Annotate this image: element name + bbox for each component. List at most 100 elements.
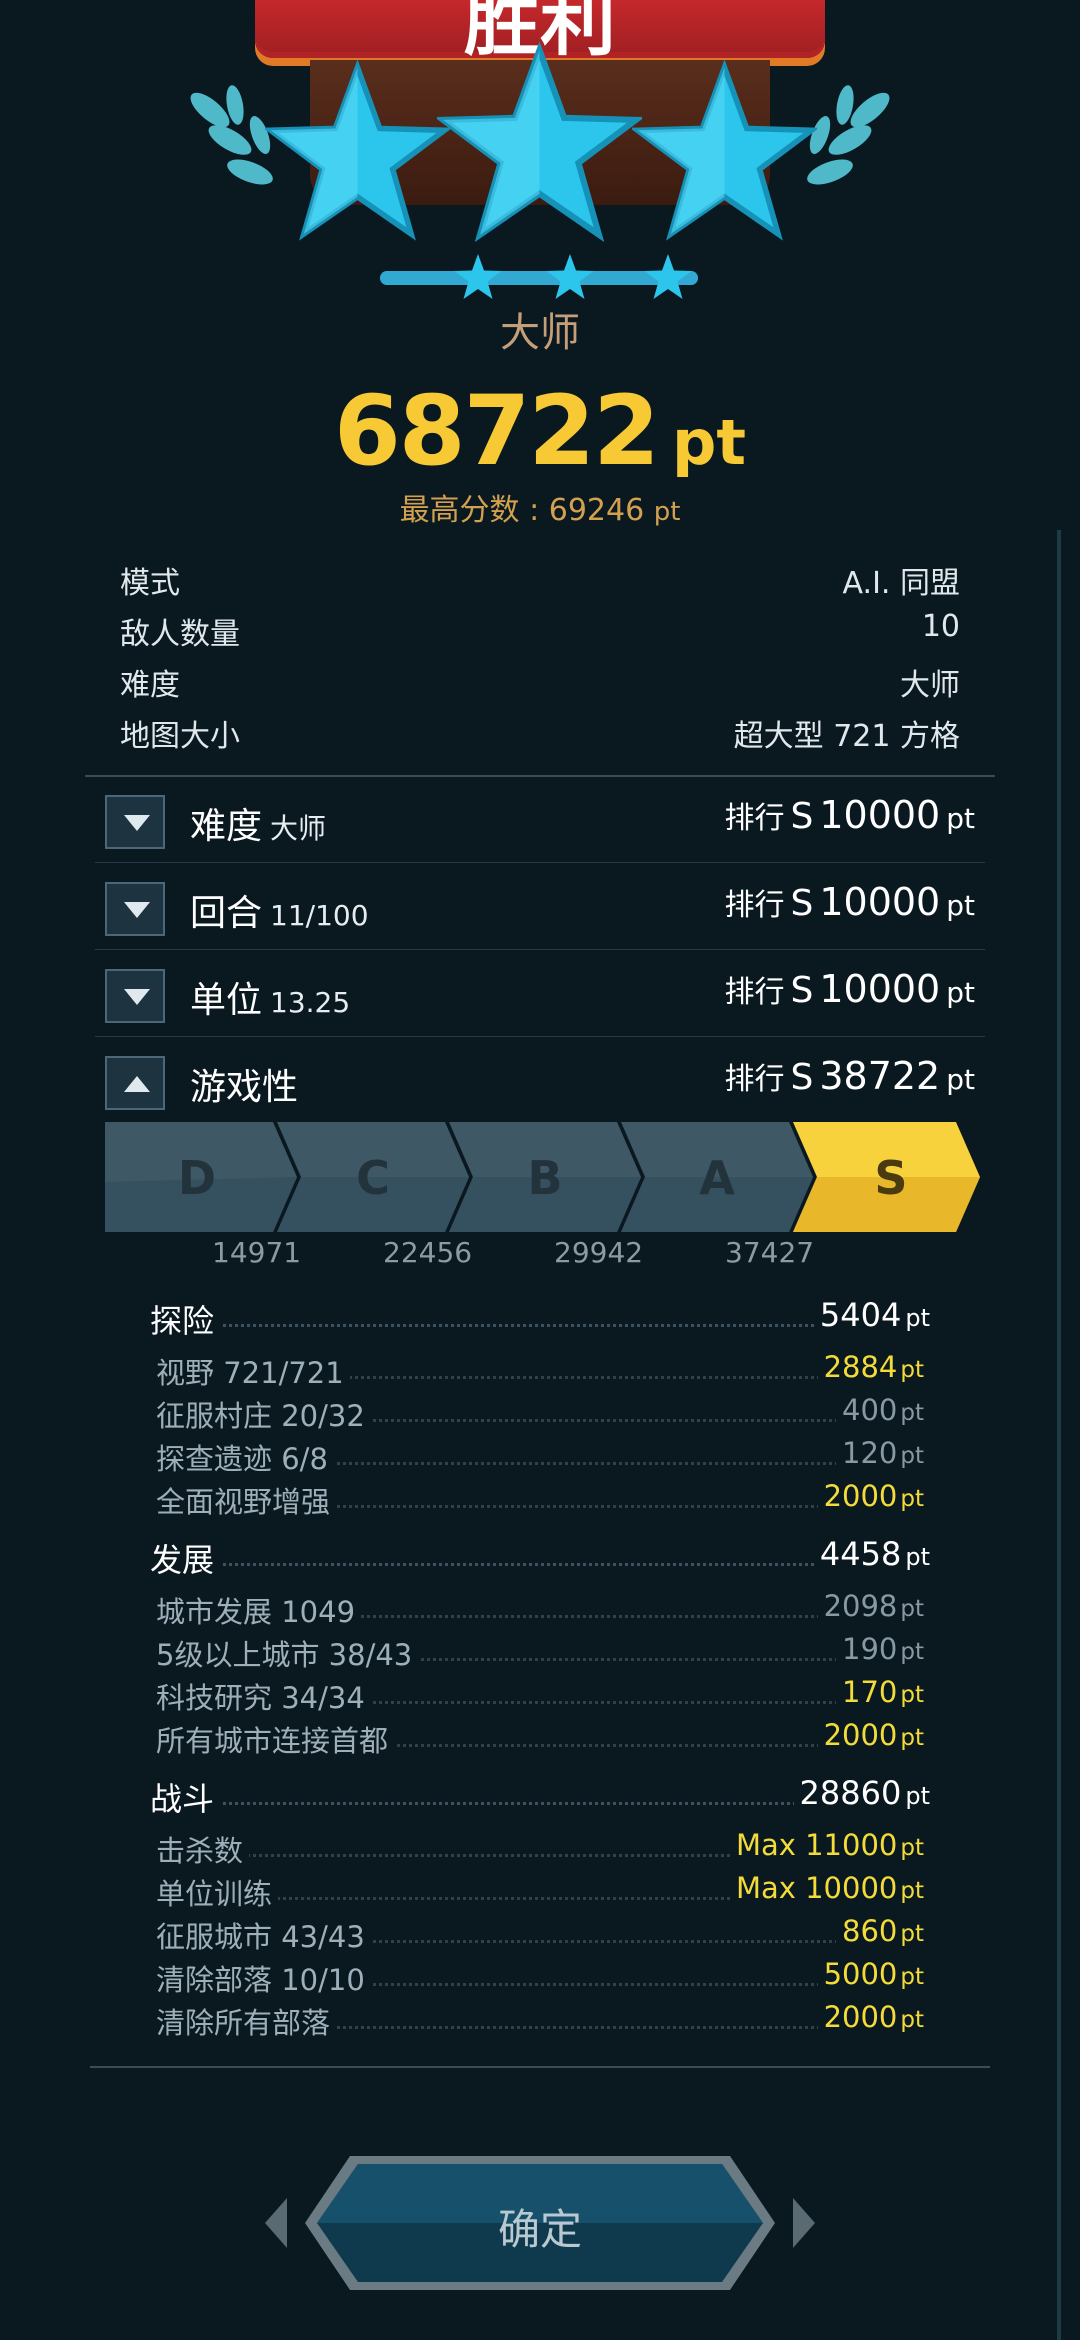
confirm-label: 确定 [497,2205,582,2254]
grade-scale: D C B A S [105,1122,980,1232]
rank-grade: S [790,883,814,924]
grade-threshold: 14971 [212,1236,302,1269]
score-row: 征服城市 43/43 860 pt [156,1914,924,1956]
row-points: 5000 [823,1957,898,1991]
expand-toggle[interactable] [105,882,165,936]
section-points: 4458 [819,1535,902,1573]
row-value: 2000 pt [817,1718,924,1752]
row-points: 190 [842,1632,898,1666]
rank-grade: S [790,796,814,837]
expand-toggle[interactable] [105,795,165,849]
grade-label-d: D [178,1151,216,1205]
score-row: 所有城市连接首都 2000 pt [156,1718,924,1760]
expand-toggle[interactable] [105,969,165,1023]
row-value: 2000 pt [817,1479,924,1513]
grade-threshold: 37427 [725,1236,815,1269]
chevron-down-icon [124,989,150,1005]
score-row: 5级以上城市 38/43 190 pt [156,1632,924,1674]
score-row: 清除部落 10/10 5000 pt [156,1957,924,1999]
confirm-button[interactable]: 确定 [265,2148,815,2298]
category-rank: 排行 S 10000 pt [724,793,975,837]
row-points: 2884 [823,1350,898,1384]
row-name: 单位训练 [156,1871,279,1913]
info-value: A.I. 同盟 [842,566,960,601]
category-rank: 排行 S 38722 pt [724,1054,975,1098]
row-points: 860 [842,1914,898,1948]
section-points: 28860 [799,1774,902,1812]
scrollbar[interactable] [1057,530,1061,2340]
info-key: 敌人数量 [120,617,240,652]
grade-label-b: B [527,1151,562,1205]
category-rank: 排行 S 10000 pt [724,880,975,924]
row-name: 探查遗迹 6/8 [156,1436,334,1478]
row-unit: pt [900,1639,924,1665]
grade-a: A [621,1122,813,1232]
section-name: 发展 [150,1535,221,1581]
category-detail: 大师 [270,812,327,845]
section-value: 28860 pt [793,1774,930,1812]
row-name: 所有城市连接首都 [156,1718,395,1760]
row-unit: pt [900,1443,924,1469]
grade-c: C [277,1122,469,1232]
row-unit: pt [900,2007,924,2033]
section-unit: pt [905,1543,930,1571]
score-unit: pt [671,406,746,479]
section-value: 5404 pt [813,1296,930,1334]
info-row-mode: 模式 A.I. 同盟 [120,558,960,601]
category-turns[interactable]: 回合 11/100 排行 S 10000 pt [105,874,975,944]
info-value: 10 [921,609,960,644]
grade-label-c: C [356,1151,390,1205]
divider [95,862,985,863]
category-title: 单位 [190,980,263,1021]
row-unit: pt [900,1921,924,1947]
category-name: 单位 13.25 [190,971,350,1023]
rank-label: 排行 [724,801,785,836]
row-name: 视野 721/721 [156,1350,350,1392]
row-points: 2000 [823,1718,898,1752]
row-points: 2000 [823,1479,898,1513]
row-name: 5级以上城市 38/43 [156,1632,419,1674]
info-row-map-size: 地图大小 超大型 721 方格 [120,711,960,754]
row-name: 清除所有部落 [156,2000,337,2042]
row-points: 2000 [823,2000,898,2034]
row-unit: pt [900,1357,924,1383]
row-value: 5000 pt [817,1957,924,1991]
rank-grade: S [790,1057,814,1098]
divider [95,1036,985,1037]
grade-d: D [105,1122,297,1232]
info-row-enemies: 敌人数量 10 [120,609,960,652]
row-value: 400 pt [836,1393,924,1427]
grade-s-active: S [793,1122,980,1232]
section-unit: pt [905,1782,930,1810]
star-3-icon [632,60,817,241]
row-unit: pt [900,1725,924,1751]
divider [85,775,995,777]
row-name: 全面视野增强 [156,1479,337,1521]
rank-label: 排行 [724,888,785,923]
row-unit: pt [900,1964,924,1990]
section-value: 4458 pt [813,1535,930,1573]
section-name: 探险 [150,1296,221,1342]
category-gameplay[interactable]: 游戏性 排行 S 38722 pt [105,1048,975,1118]
grade-threshold: 29942 [554,1236,644,1269]
score-row: 征服村庄 20/32 400 pt [156,1393,924,1435]
row-value: Max 10000 pt [729,1871,924,1905]
category-title: 难度 [190,806,263,847]
grade-b: B [449,1122,641,1232]
score-row: 击杀数 Max 11000 pt [156,1828,924,1870]
divider [95,949,985,950]
row-points: 2098 [823,1589,898,1623]
rank-unit: pt [946,802,975,835]
row-name: 清除部落 10/10 [156,1957,371,1999]
row-unit: pt [900,1400,924,1426]
score-row: 单位训练 Max 10000 pt [156,1871,924,1913]
category-difficulty[interactable]: 难度 大师 排行 S 10000 pt [105,787,975,857]
collapse-toggle[interactable] [105,1056,165,1110]
score-row: 视野 721/721 2884 pt [156,1350,924,1392]
chevron-down-icon [124,902,150,918]
star-1-icon [265,60,450,241]
score-row: 全面视野增强 2000 pt [156,1479,924,1521]
row-points: 170 [842,1675,898,1709]
category-units[interactable]: 单位 13.25 排行 S 10000 pt [105,961,975,1031]
category-name: 难度 大师 [190,797,326,849]
